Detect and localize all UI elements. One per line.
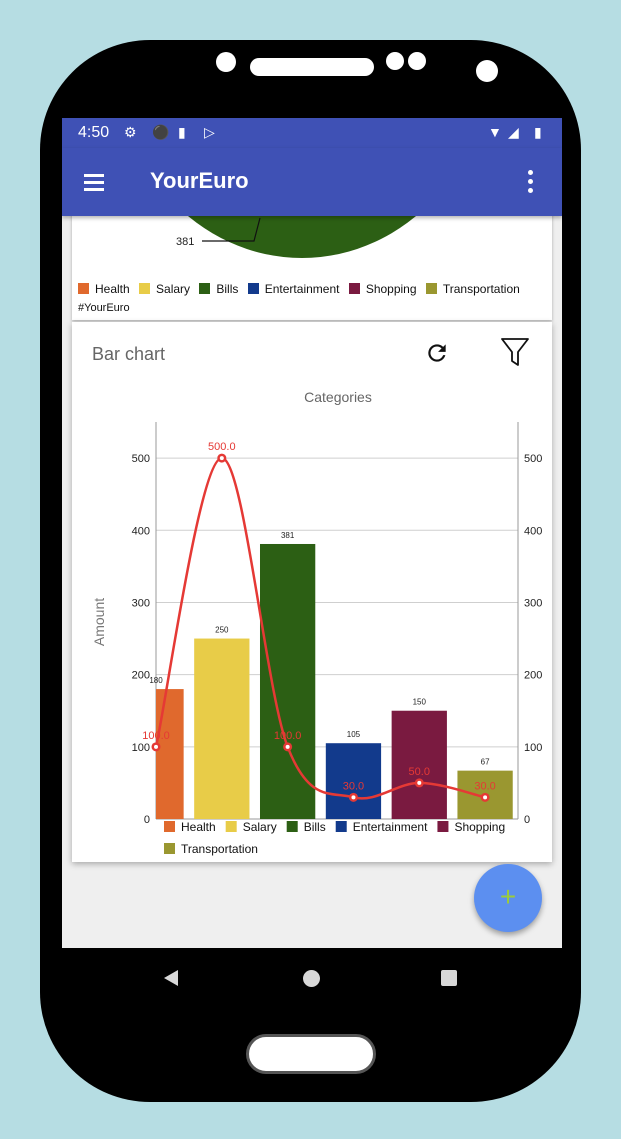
y-tick-label-left: 400 — [132, 525, 150, 537]
bar-value-label: 180 — [149, 676, 163, 685]
line-value-label: 30.0 — [343, 780, 364, 792]
y-tick-label-left: 200 — [132, 670, 150, 682]
app-bar: YourEuro — [62, 148, 562, 216]
line-point-center — [285, 744, 290, 749]
y-tick-label-right: 500 — [524, 453, 542, 465]
settings-icon: ⚙ — [124, 124, 137, 140]
line-value-label: 30.0 — [474, 780, 495, 792]
hamburger-menu-icon[interactable] — [84, 174, 104, 191]
legend-label: Salary — [243, 820, 277, 834]
y-axis-label: Amount — [91, 598, 107, 646]
pie-chart-card: 381 Health Salary Bills Entertainment Sh… — [72, 198, 552, 320]
y-tick-label-right: 0 — [524, 814, 530, 826]
bar-bills — [259, 543, 316, 819]
pie-slice-label: 381 — [176, 236, 195, 248]
legend-label: Salary — [156, 282, 191, 296]
signal-icon: ◢ — [508, 124, 519, 140]
legend-label: Entertainment — [264, 282, 340, 296]
legend-swatch — [437, 821, 449, 832]
legend-item: Shopping — [348, 282, 417, 296]
line-point-center — [154, 744, 158, 749]
status-time: 4:50 — [78, 124, 110, 141]
legend-swatch — [286, 821, 298, 832]
legend-swatch — [78, 283, 89, 294]
legend-label: Shopping — [365, 282, 417, 296]
physical-home-button[interactable] — [246, 1034, 376, 1074]
y-tick-label-right: 200 — [524, 670, 542, 682]
legend-swatch — [164, 821, 175, 832]
legend-swatch — [164, 843, 175, 854]
y-tick-label-left: 500 — [132, 453, 150, 465]
legend-label: Transportation — [181, 842, 258, 856]
legend-swatch — [348, 283, 360, 294]
system-nav-bar — [62, 948, 562, 1006]
legend-label: Bills — [216, 282, 239, 296]
bar-salary — [194, 638, 250, 819]
line-value-label: 50.0 — [409, 766, 430, 778]
battery-icon: ▮ — [534, 124, 542, 140]
y-tick-label-left: 100 — [132, 742, 150, 754]
line-value-label: 500.0 — [208, 441, 236, 453]
pie-legend: Health Salary Bills Entertainment Shoppi… — [78, 282, 526, 296]
y-tick-label-right: 300 — [524, 597, 542, 609]
legend-label: Transportation — [442, 282, 520, 296]
pie-hashtag: #YourEuro — [78, 302, 130, 314]
status-bar: 4:50 ⚙ ⚫ ▮ ▷ ▼ ◢ ▮ — [62, 118, 562, 148]
add-fab-button[interactable]: + — [474, 864, 542, 932]
legend-item: Health — [78, 282, 130, 296]
bar-value-label: 150 — [413, 698, 427, 707]
play-store-icon: ▷ — [204, 124, 215, 140]
legend-item: Transportation — [425, 282, 520, 296]
bar-value-label: 105 — [347, 730, 361, 739]
proximity-sensor — [476, 60, 498, 82]
sensor-dot — [386, 52, 404, 70]
legend-swatch — [335, 821, 347, 832]
legend-swatch — [199, 283, 211, 294]
legend-label: Shopping — [454, 820, 505, 834]
sd-card-icon: ▮ — [178, 124, 186, 140]
legend-item: Bills — [199, 282, 238, 296]
legend-label: Health — [95, 282, 130, 296]
sensor-dot — [408, 52, 426, 70]
line-point-center — [351, 795, 356, 800]
y-tick-label-left: 300 — [132, 597, 150, 609]
bar-shopping — [391, 710, 447, 819]
bar-value-label: 250 — [215, 626, 229, 635]
bar-chart-card: Bar chart Categories Amount 0 0 100 100 200 200… — [72, 322, 552, 862]
line-point-center — [483, 795, 488, 800]
line-point-center — [219, 456, 224, 461]
legend-swatch — [247, 283, 259, 294]
more-vert-icon[interactable] — [528, 170, 534, 194]
legend-item: Entertainment — [247, 282, 340, 296]
recents-icon[interactable] — [441, 970, 457, 986]
legend-swatch — [225, 821, 237, 832]
legend-label: Entertainment — [353, 820, 428, 834]
line-value-label: 100.0 — [142, 730, 170, 742]
y-tick-label-left: 0 — [144, 814, 150, 826]
fab-plus-label: + — [499, 881, 517, 912]
wifi-icon: ▼ — [488, 124, 502, 140]
legend-label: Bills — [304, 820, 326, 834]
bar-value-label: 67 — [481, 758, 490, 767]
legend-swatch — [425, 283, 437, 294]
y-tick-label-right: 100 — [524, 742, 542, 754]
back-icon[interactable] — [164, 970, 178, 986]
speaker-grille — [250, 58, 374, 76]
bar-health — [156, 689, 184, 819]
legend-swatch — [139, 283, 151, 294]
home-icon[interactable] — [303, 970, 320, 987]
line-value-label: 100.0 — [274, 730, 302, 742]
app-title: YourEuro — [150, 168, 249, 193]
shield-icon: ⚫ — [152, 124, 170, 140]
front-camera — [216, 52, 236, 72]
chart-title: Categories — [304, 389, 372, 405]
device-screen: 4:50 ⚙ ⚫ ▮ ▷ ▼ ◢ ▮ YourEuro 381 Health S… — [62, 118, 562, 1006]
legend-item: Salary — [139, 282, 190, 296]
legend-label: Health — [181, 820, 216, 834]
bar-chart: Categories Amount 0 0 100 100 200 200 300 300 400 4… — [91, 389, 542, 856]
bar-value-label: 381 — [281, 531, 295, 540]
y-tick-label-right: 400 — [524, 525, 542, 537]
line-point-center — [417, 780, 422, 785]
